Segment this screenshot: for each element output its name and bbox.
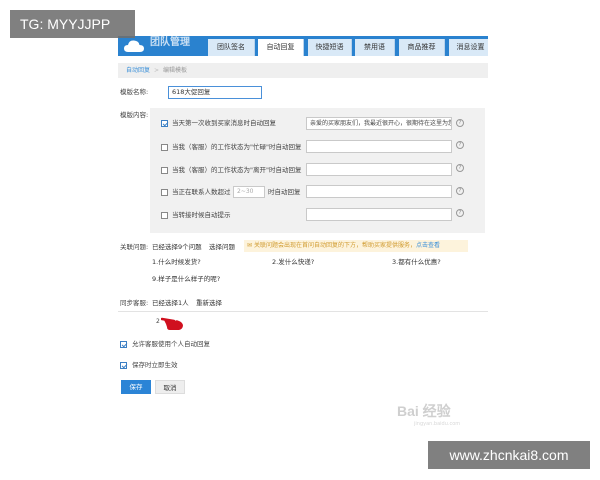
notice-text: 关联问题会出现在首问自动回复的下方，帮助买家提供服务， xyxy=(253,242,416,249)
option-transfer-label: 当转接时候自动提示 xyxy=(172,211,231,219)
related-notice: ✉ 关联问题会出现在首问自动回复的下方，帮助买家提供服务，点击查看 xyxy=(244,240,468,252)
help-icon[interactable]: ? xyxy=(456,141,464,149)
watermark-bottom-right: www.zhcnkai8.com xyxy=(428,441,590,469)
option-busy-checkbox[interactable] xyxy=(161,144,168,151)
option-transfer-reply-input[interactable] xyxy=(306,208,452,221)
allow-personal-reply-checkbox[interactable] xyxy=(120,341,127,348)
template-content-label: 模版内容: xyxy=(120,111,149,119)
tab-message-settings[interactable]: 消息设置 xyxy=(449,39,488,56)
apply-on-save-label: 保存时立即生效 xyxy=(132,361,178,369)
option-overload-label-before: 当正在联系人数超过 xyxy=(172,188,231,196)
tab-quick-phrases[interactable]: 快捷短语 xyxy=(308,39,352,56)
tab-banned-words[interactable]: 禁用语 xyxy=(355,39,395,56)
option-overload-reply-input[interactable] xyxy=(306,185,452,198)
breadcrumb: 自动回复 > 编辑模板 xyxy=(118,63,488,78)
related-question-item: 3.都有什么优惠? xyxy=(392,258,441,266)
sync-selected-count: 已经选择1人 xyxy=(152,299,189,307)
apply-on-save-checkbox[interactable] xyxy=(120,362,127,369)
save-button[interactable]: 保存 xyxy=(121,380,151,394)
template-name-input[interactable]: 618大促回复 xyxy=(168,86,262,99)
synced-user: 2 xyxy=(156,318,160,325)
option-first-message-label: 当天第一次收到买家消息时自动回复 xyxy=(172,119,276,127)
related-question-item: 1.什么时候发货? xyxy=(152,258,201,266)
app-header: 团队管理 团队签名 自动回复 快捷短语 禁用语 商品推荐 消息设置 xyxy=(118,36,488,56)
tab-auto-reply[interactable]: 自动回复 xyxy=(258,39,304,56)
app-logo-text: 团队管理 xyxy=(150,37,190,48)
breadcrumb-current: 编辑模板 xyxy=(163,67,188,74)
option-transfer-checkbox[interactable] xyxy=(161,212,168,219)
notice-icon: ✉ xyxy=(247,242,253,249)
tab-product-recommend[interactable]: 商品推荐 xyxy=(399,39,445,56)
reselect-link[interactable]: 重新选择 xyxy=(196,299,222,308)
template-name-label: 模版名称: xyxy=(120,88,149,96)
baidu-watermark: Bai 经验 xyxy=(397,403,451,419)
option-away-checkbox[interactable] xyxy=(161,167,168,174)
help-icon[interactable]: ? xyxy=(456,187,464,195)
watermark-top-left: TG: MYYJJPP xyxy=(10,10,135,38)
option-overload-label-after: 时自动回复 xyxy=(268,188,301,196)
hand-cursor-icon xyxy=(161,317,183,330)
baidu-watermark-url: jingyan.baidu.com xyxy=(414,421,461,427)
breadcrumb-parent-link[interactable]: 自动回复 xyxy=(126,67,150,74)
contact-count-input[interactable]: 2~30 xyxy=(233,186,265,198)
sync-service-label: 同步客服: xyxy=(120,299,149,307)
help-icon[interactable]: ? xyxy=(456,119,464,127)
help-icon[interactable]: ? xyxy=(456,209,464,217)
related-questions-label: 关联问题: xyxy=(120,243,149,251)
notice-view-link[interactable]: 点击查看 xyxy=(416,242,440,249)
option-first-message-checkbox[interactable] xyxy=(161,120,168,127)
cloud-logo-icon xyxy=(124,40,144,52)
related-question-item: 9.样子是什么样子的呢? xyxy=(152,275,221,283)
allow-personal-reply-label: 允许客服使用个人自动回复 xyxy=(132,340,210,348)
tab-team-signature[interactable]: 团队签名 xyxy=(208,39,255,56)
option-busy-label: 当我（客服）的工作状态为"忙碌"时自动回复 xyxy=(172,143,302,151)
choose-questions-link[interactable]: 选择问题 xyxy=(209,243,235,252)
option-overload-checkbox[interactable] xyxy=(161,189,168,196)
breadcrumb-separator: > xyxy=(154,67,160,74)
option-busy-reply-input[interactable] xyxy=(306,140,452,153)
related-selected-count: 已经选择9个问题 xyxy=(152,243,202,251)
option-away-reply-input[interactable] xyxy=(306,163,452,176)
cancel-button[interactable]: 取消 xyxy=(155,380,185,394)
section-divider xyxy=(118,311,488,312)
help-icon[interactable]: ? xyxy=(456,164,464,172)
related-question-item: 2.发什么快递? xyxy=(272,258,315,266)
option-first-message-reply-input[interactable]: 亲爱的买家朋友们，我最近很开心，很期待在这里为您服务 xyxy=(306,117,452,130)
option-away-label: 当我（客服）的工作状态为"离开"时自动回复 xyxy=(172,166,302,174)
